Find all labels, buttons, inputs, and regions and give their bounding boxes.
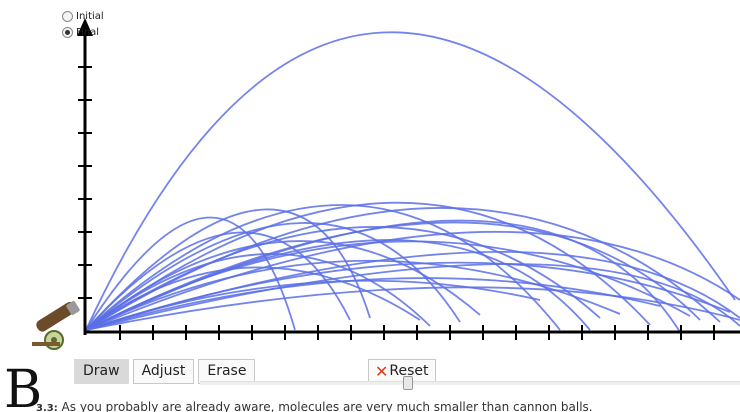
radio-final-label: Final <box>76 26 100 38</box>
caption-text: 3.3: As you probably are already aware, … <box>36 400 593 412</box>
close-x-icon: ✕ <box>375 362 389 381</box>
slider-track[interactable] <box>200 381 740 385</box>
adjust-button[interactable]: Adjust <box>132 359 195 384</box>
trajectory-path <box>85 279 541 331</box>
cannon-icon[interactable] <box>32 300 80 350</box>
draw-button[interactable]: Draw <box>74 359 129 384</box>
view-radio-group: Initial Final <box>62 8 104 40</box>
caption-number: 3.3: <box>36 403 58 412</box>
simulation-canvas[interactable] <box>0 0 740 352</box>
trajectory-paths <box>85 31 740 333</box>
radio-initial[interactable]: Initial <box>62 8 104 24</box>
trajectory-path <box>85 286 740 331</box>
radio-icon <box>62 10 73 22</box>
radio-initial-label: Initial <box>76 10 104 22</box>
radio-final[interactable]: Final <box>62 24 104 40</box>
radio-icon <box>62 26 73 38</box>
slider-thumb[interactable] <box>403 376 413 390</box>
caption-body: As you probably are already aware, molec… <box>61 400 593 412</box>
